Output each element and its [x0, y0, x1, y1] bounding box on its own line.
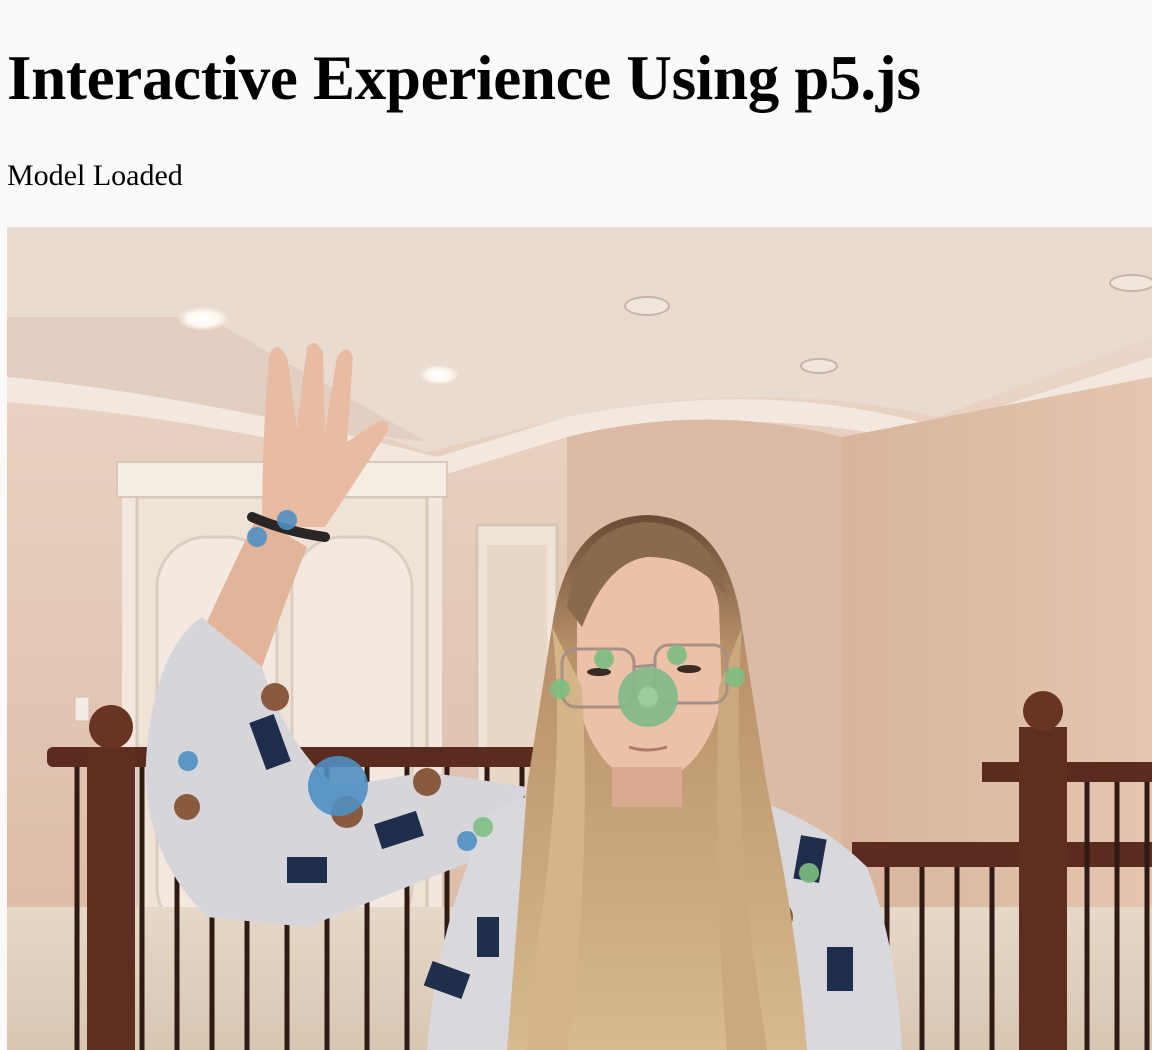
keypoint-marker [638, 687, 658, 707]
keypoint-marker [277, 510, 297, 530]
p5-canvas[interactable] [7, 227, 1152, 1050]
keypoint-marker [799, 863, 819, 883]
keypoint-marker [473, 817, 493, 837]
webcam-canvas[interactable] [7, 227, 1152, 1050]
keypoint-marker [550, 679, 570, 699]
keypoint-marker [308, 756, 368, 816]
keypoint-marker [457, 831, 477, 851]
keypoint-marker [247, 527, 267, 547]
keypoint-marker [725, 667, 745, 687]
page: Interactive Experience Using p5.js Model… [0, 0, 1152, 1050]
page-title: Interactive Experience Using p5.js [7, 43, 921, 113]
keypoint-marker [594, 649, 614, 669]
keypoint-marker [178, 751, 198, 771]
keypoint-marker [667, 645, 687, 665]
model-status-text: Model Loaded [7, 159, 183, 192]
